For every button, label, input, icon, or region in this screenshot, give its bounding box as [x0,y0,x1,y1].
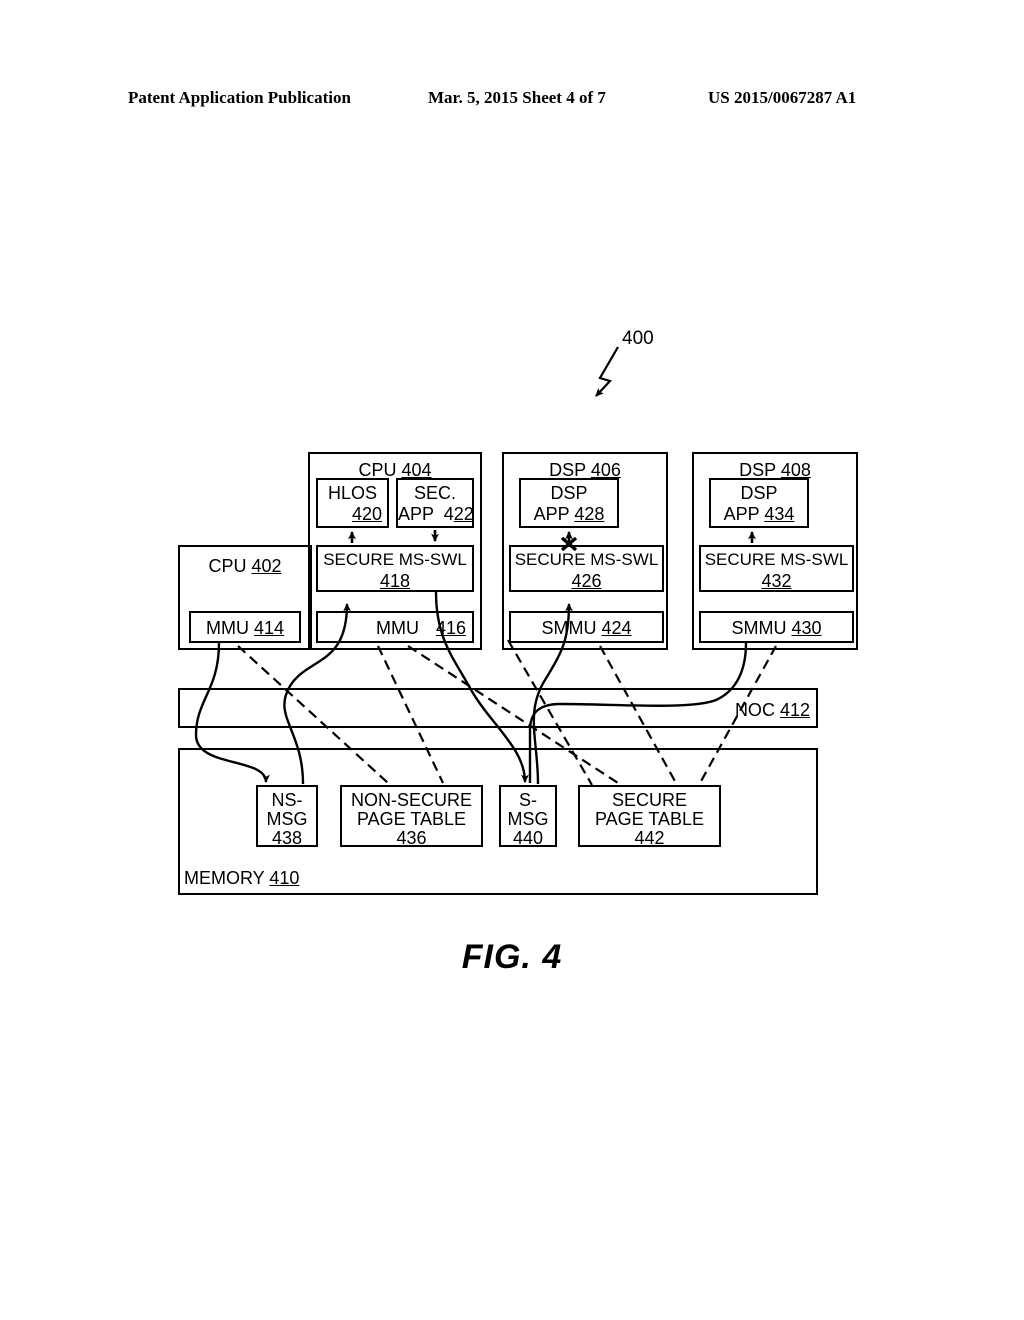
hlos-420-block: HLOS 420 [316,478,389,528]
noc-412-label: NOC 412 [734,700,810,720]
s-msg-440-block: S- MSG 440 [499,785,557,848]
ns-msg-438-block: NS- MSG 438 [256,785,318,848]
mmu-414-block: MMU 414 [189,611,301,643]
ns-msg-438-line1: NS- [271,790,303,810]
secure-ms-swl-432-block: SECURE MS-SWL 432 [699,545,854,592]
mmu-416-block: MMU 416 [316,611,474,643]
secure-ms-swl-432-label: SECURE MS-SWL [704,550,849,569]
secure-ms-swl-426-block: SECURE MS-SWL 426 [509,545,664,592]
s-msg-440-ref: 440 [512,828,544,848]
non-secure-page-table-436-line1: NON-SECURE [350,790,472,810]
cpu-402-title: CPU 402 [208,556,282,576]
mmu-414-label: MMU 414 [205,618,285,638]
page-header: Patent Application Publication Mar. 5, 2… [0,88,1024,114]
noc-412-block: NOC 412 [178,688,818,728]
sec-app-422-line1: SEC. [413,483,456,503]
secure-page-table-442-ref: 442 [634,828,665,848]
secure-ms-swl-418-ref: 418 [379,571,411,591]
secure-ms-swl-418-label: SECURE MS-SWL [323,550,467,569]
dsp-app-434-line1: DSP [740,483,778,503]
s-msg-440-line2: MSG [507,809,549,829]
smmu-424-block: SMMU 424 [509,611,664,643]
s-msg-440-line1: S- [519,790,537,810]
mmu-416-label: MMU [376,618,419,638]
header-publication: Patent Application Publication [128,88,351,107]
sec-app-422-block: SEC. APP 422 [396,478,474,528]
sec-app-422-line2: APP 422 [398,504,474,524]
dsp-app-428-line2: APP 428 [533,504,605,524]
system-400-leader [595,346,619,397]
dsp-app-434-block: DSP APP 434 [709,478,809,528]
ns-msg-438-ref: 438 [271,828,303,848]
mmu-416-ref: 416 [436,618,467,638]
dsp-app-428-line1: DSP [550,483,588,503]
dsp-406-title: DSP 406 [549,460,621,480]
smmu-430-block: SMMU 430 [699,611,854,643]
secure-page-table-442-line1: SECURE [611,790,687,810]
dsp-app-434-line2: APP 434 [723,504,795,524]
dsp-app-428-block: DSP APP 428 [519,478,619,528]
header-patent-number: US 2015/0067287 A1 [708,88,857,107]
non-secure-page-table-436-block: NON-SECURE PAGE TABLE 436 [340,785,483,848]
dsp-408-title: DSP 408 [739,460,811,480]
ns-msg-438-line2: MSG [266,809,308,829]
secure-page-table-442-block: SECURE PAGE TABLE 442 [578,785,721,848]
secure-ms-swl-426-label: SECURE MS-SWL [514,550,659,569]
non-secure-page-table-436-ref: 436 [396,828,427,848]
secure-ms-swl-426-ref: 426 [571,571,602,591]
smmu-430-label: SMMU 430 [731,618,822,638]
header-date-sheet: Mar. 5, 2015 Sheet 4 of 7 [428,88,606,107]
secure-ms-swl-432-ref: 432 [761,571,792,591]
memory-410-label: MEMORY 410 [184,868,300,888]
smmu-424-label: SMMU 424 [541,618,632,638]
hlos-420-label: HLOS [327,483,378,503]
connector-overlay [194,346,777,786]
system-reference-label: 400 [622,328,654,349]
hlos-420-ref: 420 [351,504,382,524]
secure-page-table-442-line2: PAGE TABLE [594,809,705,829]
cpu-404-title: CPU 404 [358,460,432,480]
secure-ms-swl-418-block: SECURE MS-SWL 418 [316,545,474,592]
non-secure-page-table-436-line2: PAGE TABLE [356,809,467,829]
figure-caption: FIG. 4 [461,938,563,976]
